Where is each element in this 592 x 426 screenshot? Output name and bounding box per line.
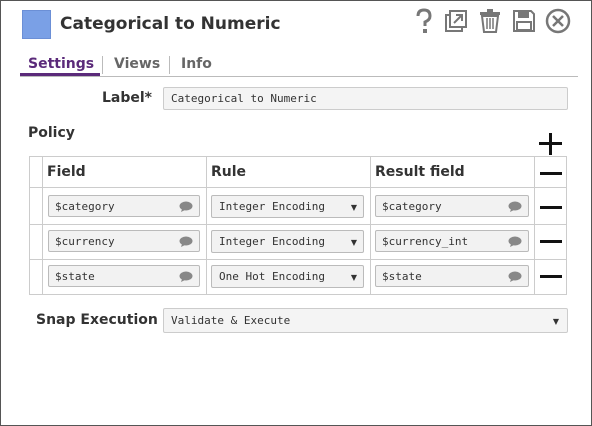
rule-dropdown-value: One Hot Encoding <box>219 270 325 283</box>
result-field-input[interactable]: $currency_int <box>375 230 529 252</box>
tab-bar: Settings Views Info <box>20 54 578 77</box>
column-divider <box>370 157 371 294</box>
snap-settings-dialog: Categorical to Numeric Settings Views In… <box>0 0 592 426</box>
expression-bubble-icon[interactable] <box>179 271 193 282</box>
rule-dropdown-value: Integer Encoding <box>219 235 325 248</box>
help-icon[interactable] <box>410 7 438 35</box>
expression-bubble-icon[interactable] <box>179 236 193 247</box>
chevron-down-icon: ▼ <box>350 238 357 247</box>
remove-row-icon[interactable] <box>540 206 562 209</box>
chevron-down-icon: ▼ <box>350 203 357 212</box>
rule-dropdown-value: Integer Encoding <box>219 200 325 213</box>
remove-row-icon[interactable] <box>540 240 562 243</box>
chevron-down-icon: ▼ <box>350 273 357 282</box>
column-header-field: Field <box>47 164 86 180</box>
field-input[interactable]: $state <box>48 265 200 287</box>
column-header-rule: Rule <box>211 164 247 180</box>
result-field-input-value: $currency_int <box>382 235 469 248</box>
policy-table: Field Rule Result field $category Intege… <box>29 156 567 295</box>
field-input[interactable]: $category <box>48 195 200 217</box>
active-tab-indicator <box>20 73 100 76</box>
rule-dropdown[interactable]: Integer Encoding ▼ <box>211 195 364 218</box>
expression-bubble-icon[interactable] <box>508 201 522 212</box>
tab-settings[interactable]: Settings <box>28 56 94 72</box>
column-divider <box>206 157 207 294</box>
label-input[interactable]: Categorical to Numeric <box>163 87 568 110</box>
dialog-title: Categorical to Numeric <box>60 14 281 34</box>
tab-info[interactable]: Info <box>181 56 212 72</box>
chevron-down-icon: ▼ <box>552 317 559 326</box>
remove-all-rows-icon[interactable] <box>540 172 562 175</box>
column-header-result-field: Result field <box>375 164 465 180</box>
column-divider <box>534 157 535 294</box>
result-field-input-value: $state <box>382 270 422 283</box>
close-icon[interactable] <box>544 7 572 35</box>
field-input-value: $category <box>55 200 115 213</box>
tab-views[interactable]: Views <box>114 56 160 72</box>
expression-bubble-icon[interactable] <box>508 236 522 247</box>
snap-execution-value: Validate & Execute <box>171 314 291 327</box>
field-input-value: $state <box>55 270 95 283</box>
snap-icon <box>22 10 51 39</box>
delete-icon[interactable] <box>476 7 504 35</box>
row-divider <box>30 224 566 225</box>
tab-divider <box>169 56 170 74</box>
result-field-input[interactable]: $state <box>375 265 529 287</box>
column-divider <box>42 157 43 294</box>
snap-execution-dropdown[interactable]: Validate & Execute ▼ <box>163 308 568 333</box>
rule-dropdown[interactable]: Integer Encoding ▼ <box>211 230 364 253</box>
field-input-value: $currency <box>55 235 115 248</box>
result-field-input[interactable]: $category <box>375 195 529 217</box>
row-divider <box>30 187 566 188</box>
label-field-label: Label* <box>102 90 153 106</box>
save-icon[interactable] <box>510 7 538 35</box>
result-field-input-value: $category <box>382 200 442 213</box>
tab-divider <box>102 56 103 74</box>
field-input[interactable]: $currency <box>48 230 200 252</box>
add-row-icon-bar[interactable] <box>539 142 562 145</box>
export-icon[interactable] <box>442 7 470 35</box>
snap-execution-label: Snap Execution <box>36 312 158 328</box>
row-divider <box>30 259 566 260</box>
expression-bubble-icon[interactable] <box>179 201 193 212</box>
rule-dropdown[interactable]: One Hot Encoding ▼ <box>211 265 364 288</box>
policy-section-label: Policy <box>28 125 75 141</box>
remove-row-icon[interactable] <box>540 275 562 278</box>
expression-bubble-icon[interactable] <box>508 271 522 282</box>
